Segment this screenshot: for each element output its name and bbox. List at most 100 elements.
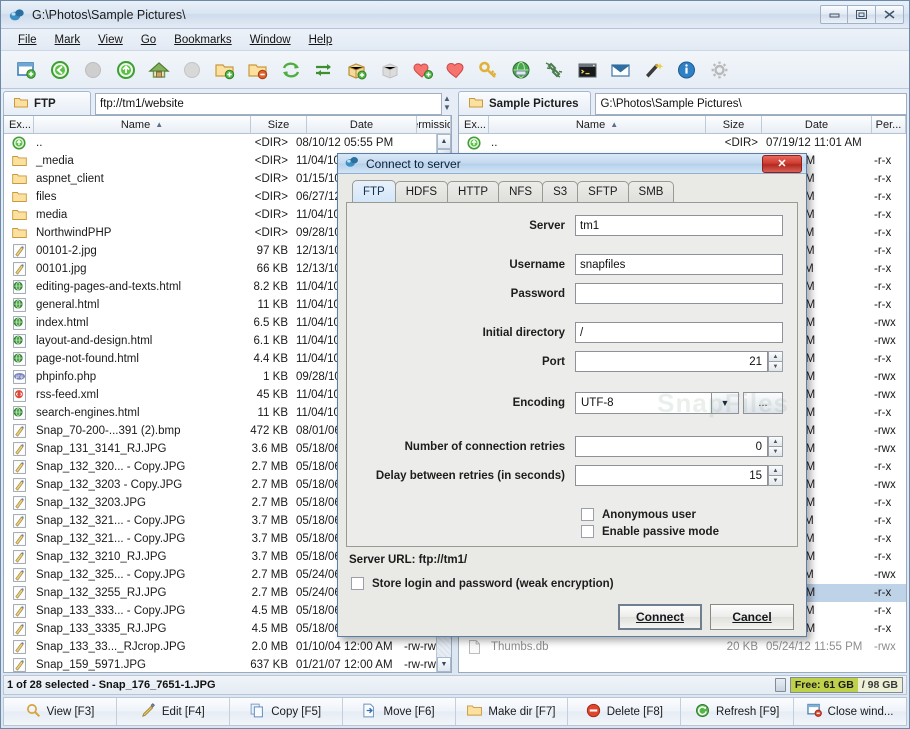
maximize-button[interactable] [848, 5, 876, 24]
minimize-button[interactable] [820, 5, 848, 24]
dialog-tab-nfs[interactable]: NFS [498, 181, 544, 202]
column-header-size[interactable]: Size [251, 116, 307, 133]
table-row[interactable]: Thumbs.db 20 KB 05/24/12 11:55 PM -rwx [459, 638, 906, 656]
store-credentials-checkbox[interactable] [351, 577, 364, 590]
function-button-edit-f4[interactable]: Edit [F4] [116, 698, 230, 725]
function-button-make-dir-f7[interactable]: Make dir [F7] [455, 698, 569, 725]
function-button-label: View [F3] [46, 705, 95, 718]
table-row[interactable]: Snap_159_5971.JPG 637 KB 01/21/07 12:00 AM… [4, 656, 436, 672]
dialog-tab-smb[interactable]: SMB [627, 181, 675, 202]
store-credentials-row[interactable]: Store login and password (weak encryptio… [351, 577, 798, 590]
home-icon[interactable] [142, 55, 175, 85]
file-name: _media [36, 155, 74, 167]
function-button-close-wind[interactable]: Close wind... [794, 698, 906, 725]
pack-icon[interactable] [340, 55, 373, 85]
menu-mark[interactable]: Mark [46, 32, 90, 48]
passive-mode-row[interactable]: Enable passive mode [581, 525, 783, 538]
function-button-delete-f8[interactable]: Delete [F8] [568, 698, 682, 725]
left-tab-ftp[interactable]: FTP [3, 91, 91, 115]
delay-input[interactable]: 15 [575, 465, 768, 486]
new-folder-icon[interactable] [208, 55, 241, 85]
key-icon[interactable] [472, 55, 505, 85]
back-icon[interactable] [43, 55, 76, 85]
anonymous-user-row[interactable]: Anonymous user [581, 508, 783, 521]
anonymous-user-checkbox[interactable] [581, 508, 594, 521]
spinner-up-icon[interactable]: ▲ [768, 351, 783, 361]
function-button-view-f3[interactable]: View [F3] [4, 698, 117, 725]
dialog-tab-hdfs[interactable]: HDFS [394, 181, 449, 202]
encoding-value[interactable]: UTF-8 [575, 392, 712, 414]
table-row[interactable]: .. <DIR> 08/10/12 05:55 PM [4, 134, 436, 152]
spinner-down-icon[interactable]: ▼ [768, 475, 783, 486]
column-header-date[interactable]: Date [762, 116, 872, 133]
file-name: Snap_133_33..._RJcrop.JPG [36, 641, 186, 653]
port-input[interactable]: 21 [575, 351, 768, 372]
terminal-icon[interactable] [571, 55, 604, 85]
delay-spinner[interactable]: ▲ ▼ [768, 465, 783, 486]
menu-go[interactable]: Go [132, 32, 165, 48]
menu-file[interactable]: File [9, 32, 46, 48]
file-size: 8.2 KB [253, 281, 288, 293]
column-header-perm[interactable]: Permissio... [417, 116, 451, 133]
email-icon[interactable] [604, 55, 637, 85]
close-button[interactable] [876, 5, 904, 24]
spinner-up-icon[interactable]: ▲ [768, 436, 783, 446]
column-header-ext[interactable]: Ex... [459, 116, 489, 133]
encoding-more-button[interactable]: ... [743, 392, 783, 414]
column-header-date[interactable]: Date [307, 116, 417, 133]
function-button-move-f6[interactable]: Move [F6] [342, 698, 456, 725]
spinner-up-icon[interactable]: ▲ [768, 465, 783, 475]
menu-window[interactable]: Window [241, 32, 300, 48]
username-input[interactable]: snapfiles [575, 254, 783, 275]
encoding-combobox[interactable]: UTF-8 ▼ [575, 392, 739, 414]
passive-mode-checkbox[interactable] [581, 525, 594, 538]
spinner-down-icon[interactable]: ▼ [768, 361, 783, 372]
connect-server-icon[interactable] [505, 55, 538, 85]
info-icon[interactable] [670, 55, 703, 85]
left-nav-arrows[interactable]: ▲ ▼ [442, 91, 452, 115]
disconnect-icon[interactable] [538, 55, 571, 85]
cancel-button[interactable]: Cancel [710, 604, 794, 630]
dialog-close-button[interactable]: ✕ [762, 154, 802, 173]
retries-spinner[interactable]: ▲ ▼ [768, 436, 783, 457]
column-header-name[interactable]: Name ▲ [489, 116, 706, 133]
table-row[interactable]: .. <DIR> 07/19/12 11:01 AM [459, 134, 906, 152]
bookmarks-icon[interactable] [439, 55, 472, 85]
column-header-size[interactable]: Size [706, 116, 762, 133]
port-spinner[interactable]: ▲ ▼ [768, 351, 783, 372]
function-button-refresh-f9[interactable]: Refresh [F9] [681, 698, 795, 725]
up-icon[interactable] [109, 55, 142, 85]
initial-directory-input[interactable]: / [575, 322, 783, 343]
server-input[interactable]: tm1 [575, 215, 783, 236]
chevron-down-icon[interactable]: ▼ [711, 392, 739, 414]
column-header-perm[interactable]: Per... [872, 116, 906, 133]
column-header-ext[interactable]: Ex... [4, 116, 34, 133]
dialog-tab-http[interactable]: HTTP [447, 181, 500, 202]
menu-help[interactable]: Help [300, 32, 342, 48]
connect-button[interactable]: Connect [618, 604, 702, 630]
scroll-down-icon[interactable]: ▼ [437, 657, 451, 672]
table-row[interactable]: Snap_133_33..._RJcrop.JPG 2.0 MB 01/10/04 … [4, 638, 436, 656]
dialog-tab-sftp[interactable]: SFTP [577, 181, 629, 202]
right-tab-sample-pictures[interactable]: Sample Pictures [458, 91, 592, 115]
menu-view[interactable]: View [89, 32, 132, 48]
right-path-input[interactable]: G:\Photos\Sample Pictures\ [595, 93, 907, 115]
wand-icon[interactable] [637, 55, 670, 85]
settings-icon[interactable] [703, 55, 736, 85]
password-input[interactable] [575, 283, 783, 304]
dialog-tab-s3[interactable]: S3 [542, 181, 579, 202]
delete-folder-icon[interactable] [241, 55, 274, 85]
swap-panels-icon[interactable] [307, 55, 340, 85]
dialog-tab-ftp[interactable]: FTP [352, 180, 396, 202]
add-bookmark-icon[interactable] [406, 55, 439, 85]
scroll-up-icon[interactable]: ▲ [437, 134, 451, 149]
column-header-name[interactable]: Name ▲ [34, 116, 251, 133]
sync-icon[interactable] [274, 55, 307, 85]
spinner-down-icon[interactable]: ▼ [768, 446, 783, 457]
function-button-label: Move [F6] [383, 705, 435, 718]
menu-bookmarks[interactable]: Bookmarks [165, 32, 241, 48]
function-button-copy-f5[interactable]: Copy [F5] [229, 698, 343, 725]
new-tab-icon[interactable] [10, 55, 43, 85]
retries-input[interactable]: 0 [575, 436, 768, 457]
left-path-input[interactable]: ftp://tm1/website [95, 93, 442, 115]
